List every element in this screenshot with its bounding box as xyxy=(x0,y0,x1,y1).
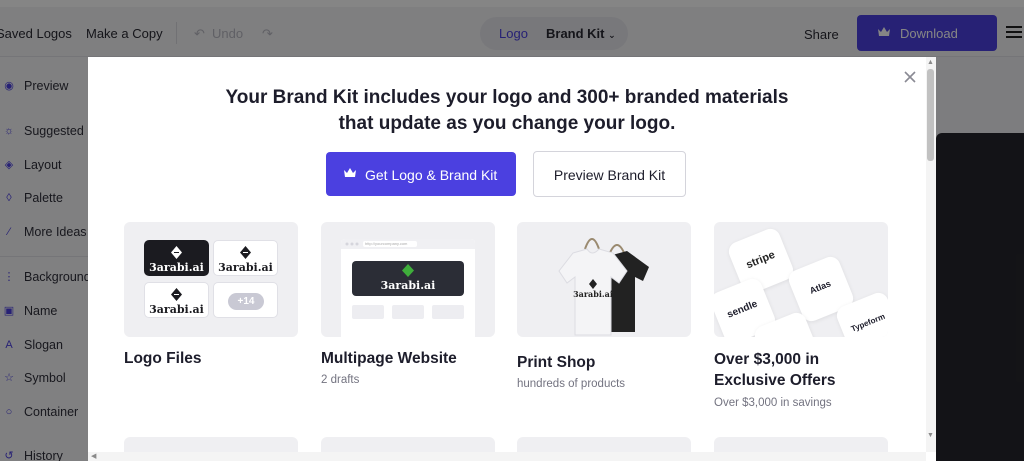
website-hero: 3arabi.ai xyxy=(352,261,464,296)
more-files-thumbnail: +14 xyxy=(213,282,278,318)
multipage-website-title: Multipage Website xyxy=(321,350,457,367)
exclusive-offers-card[interactable]: stripe Atlas sendle Typeform Zen xyxy=(714,222,888,337)
brand-kit-modal: Your Brand Kit includes your logo and 30… xyxy=(88,57,936,461)
typeform-logo-text: Typeform xyxy=(849,311,887,334)
logo-thumbnail: 3arabi.ai xyxy=(144,240,209,276)
multipage-website-card[interactable]: http://yourcompany.com 3arabi.ai xyxy=(321,222,495,337)
brand-mark-icon xyxy=(171,246,182,259)
zen-logo-text: Zen xyxy=(759,328,813,337)
logo-files-title: Logo Files xyxy=(124,350,202,367)
brand-mark-icon xyxy=(171,288,182,301)
headline-line-1: Your Brand Kit includes your logo and 30… xyxy=(225,87,789,108)
print-shop-card[interactable]: 3arabi.ai xyxy=(517,222,691,337)
tshirt-mockup-icon: 3arabi.ai xyxy=(558,238,649,336)
brand-mark-icon xyxy=(402,264,414,277)
url-bar: http://yourcompany.com xyxy=(363,241,417,247)
exclusive-offers-title-line-1: Over $3,000 in xyxy=(714,351,820,368)
preview-brand-kit-button[interactable]: Preview Brand Kit xyxy=(533,151,686,197)
content-block xyxy=(352,305,384,319)
scroll-left-icon[interactable]: ◀ xyxy=(91,452,96,460)
exclusive-offers-title: Over $3,000 in Exclusive Offers xyxy=(714,349,835,391)
more-count-badge: +14 xyxy=(228,293,264,310)
website-logo-text: 3arabi.ai xyxy=(380,279,436,292)
sendle-logo-text: sendle xyxy=(725,298,760,321)
exclusive-offers-title-line-2: Exclusive Offers xyxy=(714,372,836,389)
scrollbar-thumb[interactable] xyxy=(927,69,934,161)
logo-files-card[interactable]: 3arabi.ai 3arabi.ai 3arabi.ai +14 xyxy=(124,222,298,337)
website-mockup: http://yourcompany.com 3arabi.ai xyxy=(341,239,475,337)
logo-text: 3arabi.ai xyxy=(149,261,204,274)
multipage-website-subtitle: 2 drafts xyxy=(321,374,360,386)
scroll-up-icon[interactable]: ▲ xyxy=(927,59,934,66)
shirt-logo-text: 3arabi.ai xyxy=(573,289,613,299)
stripe-logo-text: stripe xyxy=(744,248,777,272)
close-icon[interactable] xyxy=(903,70,917,84)
logo-text: 3arabi.ai xyxy=(149,303,204,316)
content-block xyxy=(392,305,424,319)
horizontal-scrollbar[interactable] xyxy=(88,452,926,461)
scroll-down-icon[interactable]: ▼ xyxy=(927,432,934,439)
exclusive-offers-subtitle: Over $3,000 in savings xyxy=(714,397,832,409)
logo-thumbnail: 3arabi.ai xyxy=(213,240,278,276)
logo-thumbnail: 3arabi.ai xyxy=(144,282,209,318)
modal-headline: Your Brand Kit includes your logo and 30… xyxy=(88,85,926,137)
get-logo-brand-kit-button[interactable]: Get Logo & Brand Kit xyxy=(326,152,516,196)
preview-brand-kit-label: Preview Brand Kit xyxy=(553,167,666,183)
print-shop-title: Print Shop xyxy=(517,354,596,371)
headline-line-2: that update as you change your logo. xyxy=(338,113,676,134)
crown-icon xyxy=(344,168,356,177)
print-shop-subtitle: hundreds of products xyxy=(517,378,626,390)
content-block xyxy=(432,305,464,319)
brand-mark-icon xyxy=(240,246,251,259)
logo-text: 3arabi.ai xyxy=(218,261,273,274)
atlas-logo-text: Atlas xyxy=(808,278,833,296)
window-dots-icon xyxy=(345,242,359,246)
get-logo-brand-kit-label: Get Logo & Brand Kit xyxy=(365,167,498,183)
